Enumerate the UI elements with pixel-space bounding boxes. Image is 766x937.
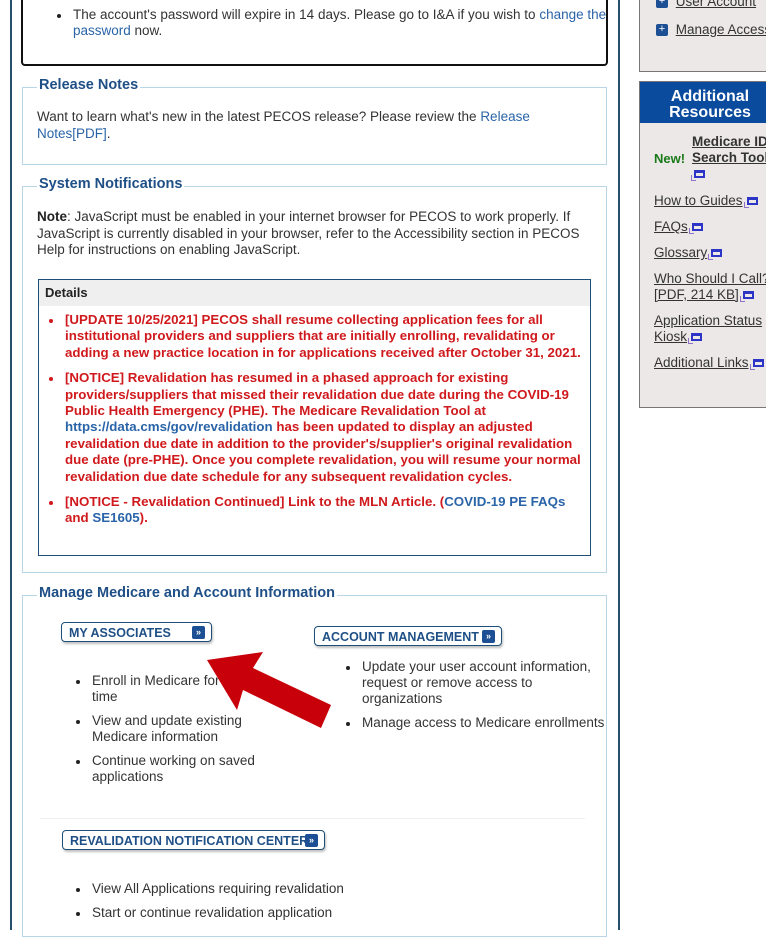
divider — [40, 818, 585, 819]
my-associates-button[interactable]: MY ASSOCIATES » — [61, 622, 212, 642]
information-box: Information The account's password will … — [21, 0, 608, 66]
release-notes-section: Release Notes Want to learn what's new i… — [22, 77, 607, 165]
additional-resources-panel: Additional Resources New! Medicare ID Sea… — [639, 81, 766, 408]
notification-item: [NOTICE] Revalidation has resumed in a p… — [49, 370, 590, 485]
manage-access-link[interactable]: Manage Access — [676, 22, 766, 37]
additional-resources-title: Additional Resources — [640, 82, 766, 123]
information-title: Information — [23, 0, 106, 3]
plus-icon: + — [656, 0, 668, 9]
new-badge: New! — [654, 151, 686, 166]
faqs-link[interactable]: FAQs — [654, 219, 688, 234]
account-management-button[interactable]: ACCOUNT MANAGEMENT » — [314, 626, 502, 646]
double-chevron-right-icon: » — [192, 626, 205, 639]
release-notes-text: Want to learn what's new in the latest P… — [37, 109, 530, 141]
double-chevron-right-icon: » — [305, 834, 318, 847]
resource-links: How to Guides FAQs Glossary Who Should I… — [654, 193, 766, 371]
double-chevron-right-icon: » — [482, 630, 495, 643]
se1605-link[interactable]: SE1605 — [92, 510, 139, 525]
how-to-guides-link[interactable]: How to Guides — [654, 193, 743, 208]
details-title: Details — [39, 280, 590, 306]
glossary-link[interactable]: Glossary — [654, 245, 707, 260]
notification-list: [UPDATE 10/25/2021] PECOS shall resume c… — [39, 312, 590, 527]
annotation-arrow-icon — [207, 652, 331, 728]
covid-faqs-link[interactable]: COVID-19 PE FAQs — [444, 494, 565, 509]
revalidation-tool-link[interactable]: https://data.cms/gov/revalidation — [65, 419, 273, 434]
revalidation-center-button[interactable]: REVALIDATION NOTIFICATION CENTER » — [62, 830, 325, 850]
external-link-icon — [688, 223, 703, 235]
notification-item: [UPDATE 10/25/2021] PECOS shall resume c… — [49, 312, 590, 361]
plus-icon: + — [656, 24, 668, 37]
list-item: Continue working on saved applications — [76, 753, 262, 785]
list-item: Manage access to Medicare enrollments — [346, 715, 612, 731]
external-link-icon — [688, 333, 703, 345]
list-item: Start or continue revalidation applicati… — [76, 905, 592, 921]
application-status-kiosk-link[interactable]: Application Status Kiosk — [654, 313, 762, 344]
revalidation-list: View All Applications requiring revalida… — [66, 881, 592, 929]
password-expiry-message: The account's password will expire in 14… — [57, 7, 633, 39]
medicare-id-search-tool-link[interactable]: Medicare ID Search Tool — [692, 134, 766, 165]
system-notifications-title: System Notifications — [37, 176, 185, 192]
user-account-link[interactable]: User Account — [676, 0, 756, 9]
account-management-list: Update your user account information, re… — [336, 659, 612, 739]
external-link-icon — [708, 249, 723, 261]
external-link-icon — [739, 291, 754, 303]
javascript-note: Note: JavaScript must be enabled in your… — [37, 209, 580, 257]
manage-medicare-title: Manage Medicare and Account Information — [37, 585, 337, 601]
external-link-icon — [749, 359, 764, 371]
list-item: View All Applications requiring revalida… — [76, 881, 592, 897]
details-box: Details [UPDATE 10/25/2021] PECOS shall … — [38, 279, 591, 556]
external-link-icon — [743, 197, 758, 209]
external-link-icon — [691, 170, 705, 182]
list-item: Update your user account information, re… — [346, 659, 612, 707]
notification-item: [NOTICE - Revalidation Continued] Link t… — [49, 494, 590, 527]
account-links-panel: + User Account + Manage Access — [639, 0, 766, 72]
information-list: The account's password will expire in 14… — [47, 7, 633, 47]
release-notes-title: Release Notes — [37, 77, 141, 93]
additional-links-link[interactable]: Additional Links — [654, 355, 749, 370]
